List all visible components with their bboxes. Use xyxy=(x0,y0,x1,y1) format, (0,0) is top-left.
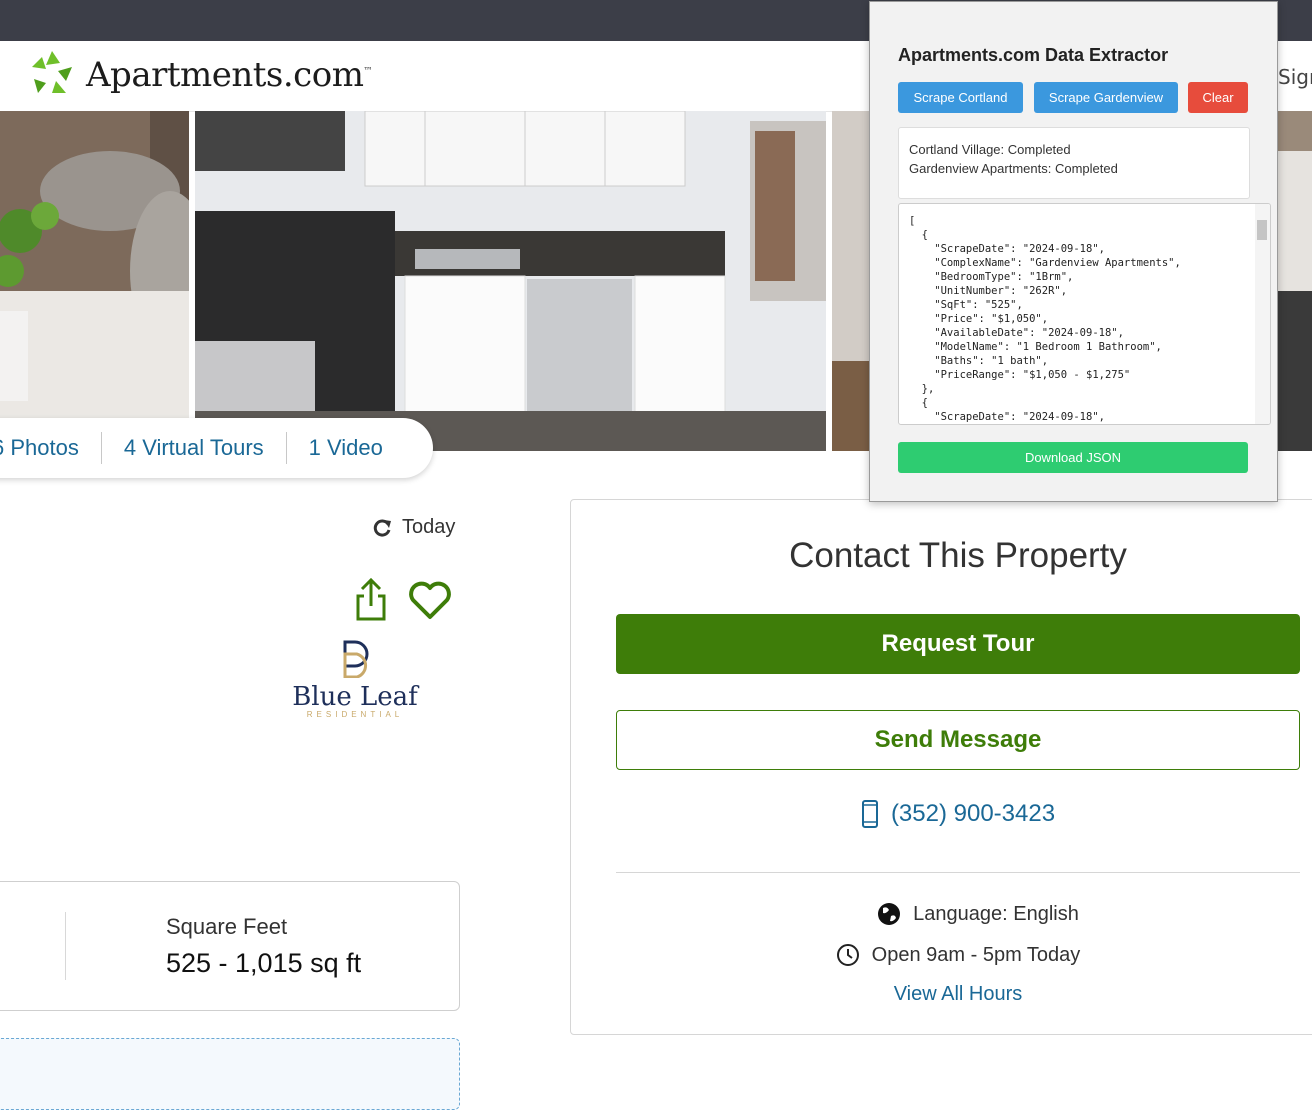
sign-in-link[interactable]: Sign In xyxy=(1278,65,1312,89)
heart-icon[interactable] xyxy=(408,580,452,620)
hours-text: Open 9am - 5pm Today xyxy=(871,943,1081,966)
extension-popup: Apartments.com Data Extractor Scrape Cor… xyxy=(869,1,1278,502)
stats-divider xyxy=(65,912,66,980)
media-tabs: 6 Photos 4 Virtual Tours 1 Video xyxy=(0,418,433,478)
download-json-button[interactable]: Download JSON xyxy=(898,442,1248,473)
apartments-logo-icon[interactable] xyxy=(26,49,78,101)
refresh-icon xyxy=(373,519,391,537)
send-message-button[interactable]: Send Message xyxy=(616,710,1300,770)
last-updated: Today xyxy=(372,516,455,539)
status-line-cortland: Cortland Village: Completed xyxy=(909,142,1071,157)
view-all-hours-link[interactable]: View All Hours xyxy=(616,983,1300,1006)
scrape-cortland-button[interactable]: Scrape Cortland xyxy=(898,82,1023,113)
video-tab[interactable]: 1 Video xyxy=(287,435,405,461)
virtual-tours-tab[interactable]: 4 Virtual Tours xyxy=(102,435,286,461)
hours-row: Open 9am - 5pm Today xyxy=(616,943,1300,967)
phone-link[interactable]: (352) 900-3423 xyxy=(616,800,1300,828)
blue-leaf-logo-icon xyxy=(343,640,369,679)
property-stats-card: Square Feet 525 - 1,015 sq ft xyxy=(0,881,460,1011)
clear-button[interactable]: Clear xyxy=(1188,82,1248,113)
photo-kitchen[interactable] xyxy=(195,111,826,451)
json-output-text: [ { "ScrapeDate": "2024-09-18", "Complex… xyxy=(909,215,1181,423)
square-feet-value: 525 - 1,015 sq ft xyxy=(166,948,362,978)
share-icon[interactable] xyxy=(352,576,390,622)
json-output-textarea[interactable]: [ { "ScrapeDate": "2024-09-18", "Complex… xyxy=(898,203,1271,425)
property-manager-logo[interactable]: Blue Leaf RESIDENTIAL xyxy=(280,640,430,730)
status-panel: Cortland Village: Completed Gardenview A… xyxy=(898,127,1250,199)
json-scrollbar-thumb[interactable] xyxy=(1257,220,1267,240)
language-text: Language: English xyxy=(913,902,1079,925)
globe-icon xyxy=(878,903,901,925)
updated-text: Today xyxy=(402,516,456,538)
contact-divider xyxy=(616,872,1300,873)
scrape-gardenview-button[interactable]: Scrape Gardenview xyxy=(1034,82,1178,113)
clock-icon xyxy=(836,944,859,966)
photo-dining[interactable] xyxy=(0,111,189,451)
status-line-gardenview: Gardenview Apartments: Completed xyxy=(909,161,1118,176)
info-box xyxy=(0,1038,460,1110)
manager-name: Blue Leaf xyxy=(292,682,418,712)
contact-title: Contact This Property xyxy=(789,536,1127,575)
phone-number: (352) 900-3423 xyxy=(890,800,1056,827)
extension-title: Apartments.com Data Extractor xyxy=(898,45,1169,65)
json-scrollbar[interactable] xyxy=(1255,204,1270,424)
site-logo-text[interactable]: Apartments.com™ xyxy=(86,55,372,95)
request-tour-button[interactable]: Request Tour xyxy=(616,614,1300,674)
language-row: Language: English xyxy=(616,902,1312,926)
square-feet-label: Square Feet xyxy=(166,914,288,939)
phone-icon xyxy=(861,800,878,828)
photos-tab[interactable]: 6 Photos xyxy=(0,435,101,461)
